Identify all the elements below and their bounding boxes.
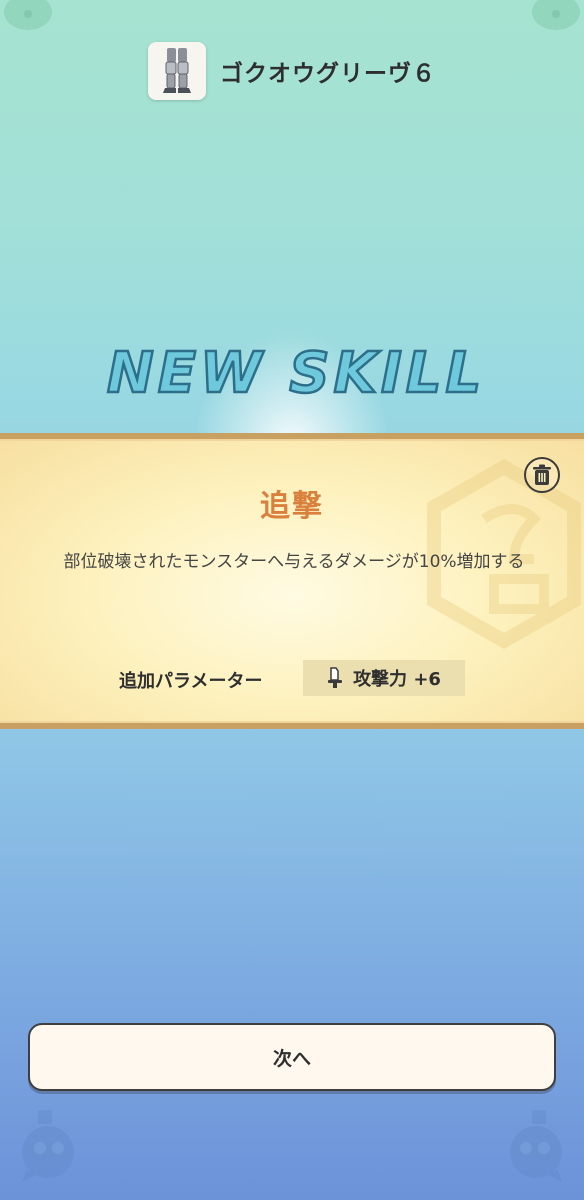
new-skill-title: NEW SKILL	[106, 340, 485, 408]
next-button[interactable]: 次へ	[28, 1023, 556, 1091]
skill-description: 部位破壊されたモンスターへ与えるダメージが10%増加する	[63, 552, 525, 572]
skill-banner: 追撃 部位破壊されたモンスターへ与えるダメージが10%増加する 追加パラメーター…	[0, 433, 584, 729]
greaves-icon	[148, 42, 206, 100]
param-chip: 攻撃力 +6	[303, 660, 465, 696]
new-skill-text: NEW SKILL	[107, 341, 485, 406]
item-name: ゴクオウグリーヴ６	[220, 61, 436, 87]
mascot-corner-icon	[18, 1108, 82, 1184]
mascot-corner-icon	[0, 0, 56, 34]
item-header: ゴクオウグリーヴ６	[0, 40, 584, 102]
param-label: 追加パラメーター	[119, 671, 263, 692]
skill-name: 追撃	[260, 489, 324, 524]
mascot-corner-icon	[502, 1108, 566, 1184]
mascot-corner-icon	[528, 0, 584, 34]
sword-icon	[327, 667, 345, 689]
param-value: 攻撃力 +6	[353, 669, 441, 690]
